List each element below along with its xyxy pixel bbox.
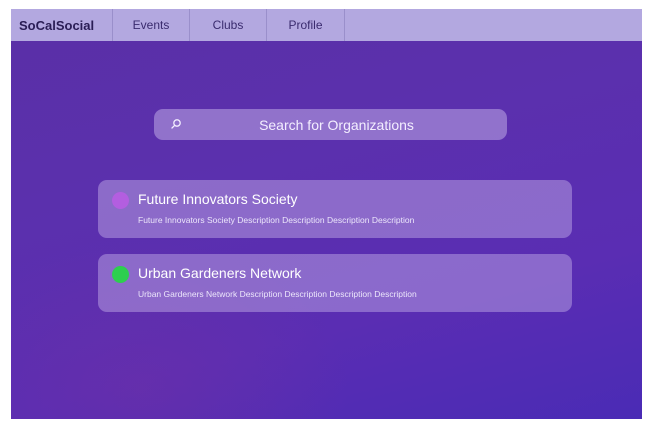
organization-description: Future Innovators Society Description De…: [138, 215, 415, 225]
search-bar[interactable]: Search for Organizations: [154, 109, 507, 140]
organization-card[interactable]: Future Innovators Society Future Innovat…: [98, 180, 572, 238]
nav-item-clubs[interactable]: Clubs: [190, 9, 267, 41]
organization-name: Future Innovators Society: [138, 191, 298, 207]
organization-color-dot: [112, 266, 129, 283]
top-navbar: SoCalSocial Events Clubs Profile: [11, 9, 642, 41]
search-placeholder: Search for Organizations: [259, 116, 414, 133]
organization-name: Urban Gardeners Network: [138, 265, 302, 281]
search-icon: [171, 119, 181, 129]
app-window: SoCalSocial Events Clubs Profile Search …: [11, 9, 642, 419]
brand-logo[interactable]: SoCalSocial: [11, 9, 113, 41]
organization-color-dot: [112, 192, 129, 209]
organization-description: Urban Gardeners Network Description Desc…: [138, 289, 417, 299]
nav-item-events[interactable]: Events: [113, 9, 190, 41]
nav-item-profile[interactable]: Profile: [267, 9, 345, 41]
organization-card[interactable]: Urban Gardeners Network Urban Gardeners …: [98, 254, 572, 312]
